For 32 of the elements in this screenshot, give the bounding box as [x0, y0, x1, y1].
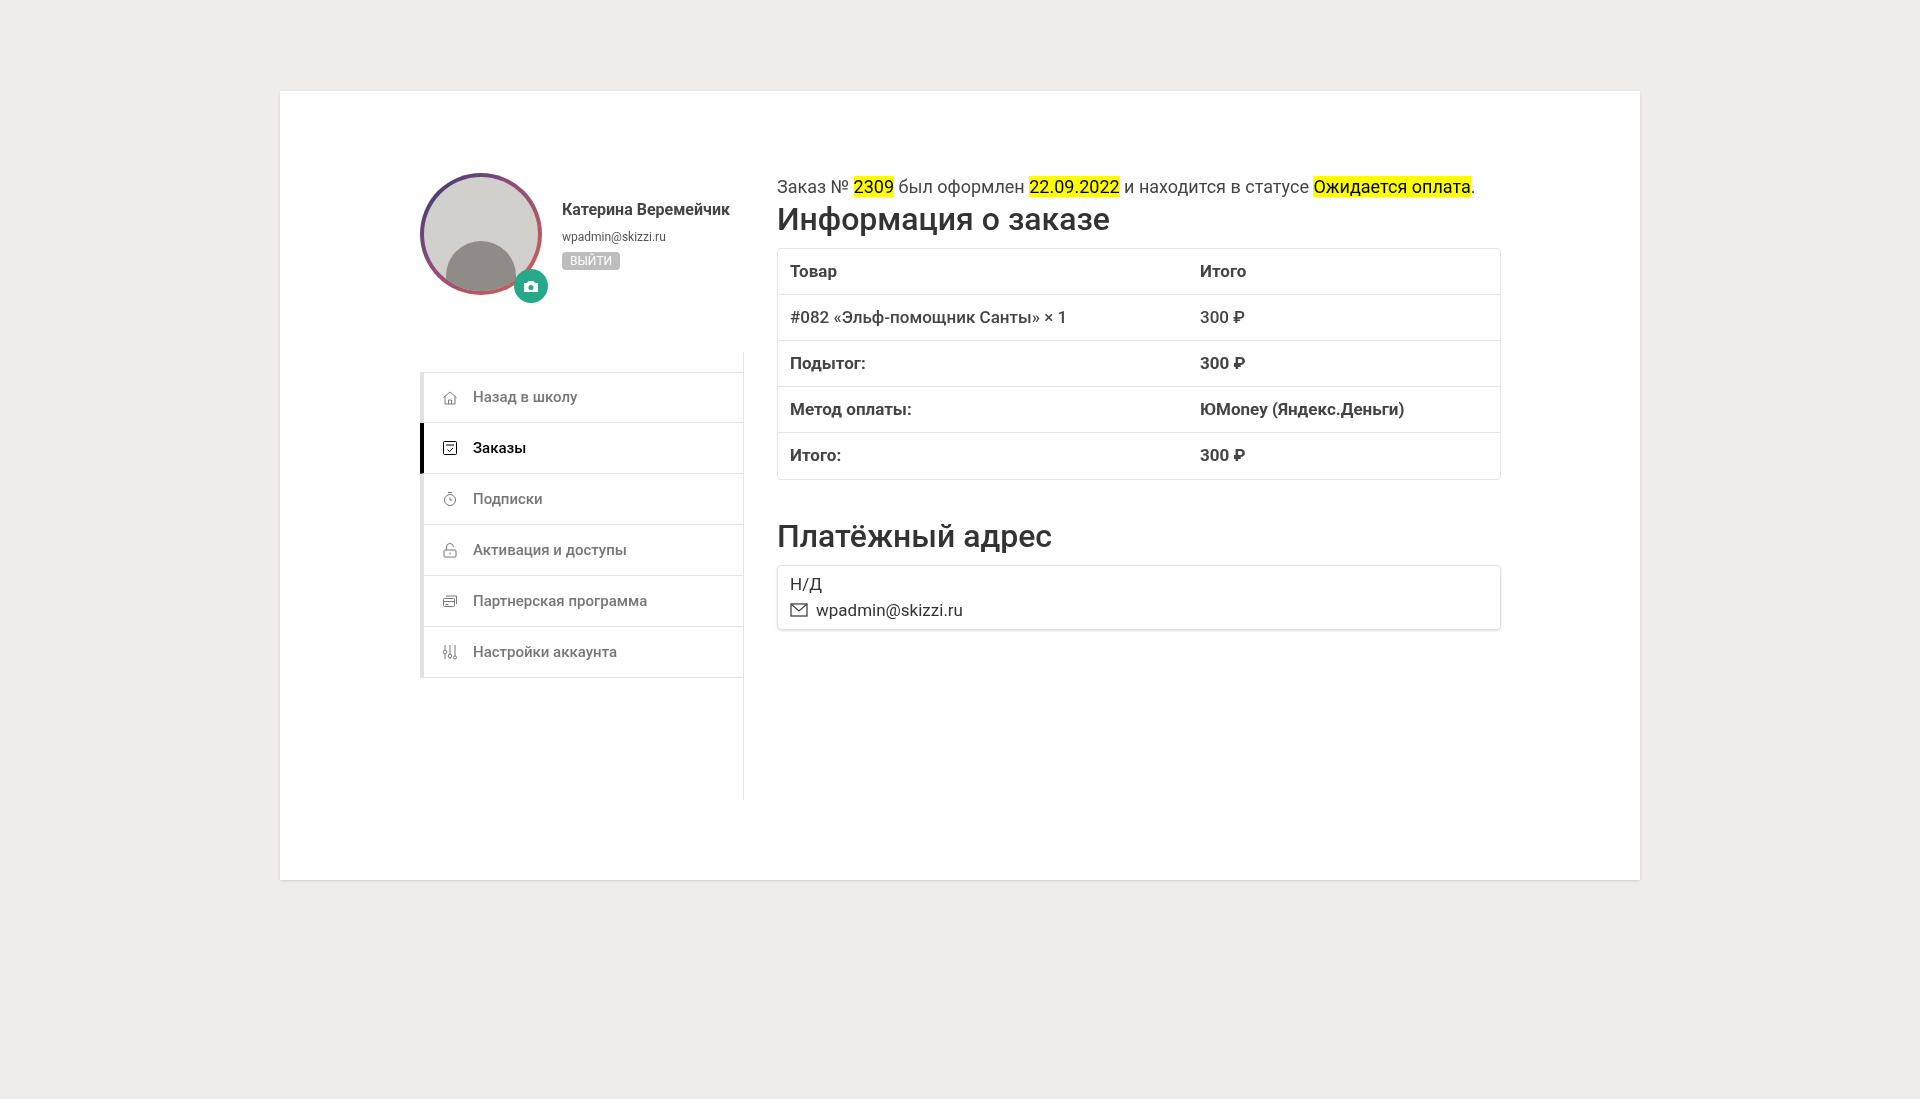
order-status-text: Заказ № 2309 был оформлен 22.09.2022 и находится в статусе Ожидается оплата. [777, 175, 1477, 199]
order-info-heading: Информация о заказе [777, 199, 1111, 239]
user-email: wpadmin@skizzi.ru [562, 228, 666, 246]
unlocked-padlock-icon [442, 542, 458, 558]
envelope-icon [790, 603, 808, 618]
menu-item[interactable]: Партнерская программа [420, 576, 743, 627]
menu-item[interactable]: Настройки аккаунта [420, 627, 743, 678]
table-cell-text: 300 ₽ [1200, 444, 1246, 468]
table-cell-text: Подытог: [789, 351, 867, 375]
camera-button[interactable] [514, 268, 548, 303]
column-header: Товар [789, 259, 838, 283]
user-name: Катерина Веремейчик [562, 198, 730, 221]
table-cell-text: Метод оплаты: [789, 397, 913, 421]
billing-email: wpadmin@skizzi.ru [816, 598, 963, 622]
stopwatch-icon [442, 491, 458, 507]
sliders-icon [442, 644, 458, 660]
menu-item[interactable]: Заказы [420, 423, 743, 474]
table-cell-text: Итого: [789, 444, 843, 468]
table-cell-text: #082 «Эльф-помощник Санты» × 1 [789, 305, 1069, 329]
table-cell-text: ЮMoney (Яндекс.Деньги) [1200, 397, 1405, 421]
menu-item[interactable]: Назад в школу [420, 372, 743, 423]
billing-heading: Платёжный адрес [777, 516, 1054, 556]
menu-item[interactable]: Активация и доступы [420, 525, 743, 576]
column-header: Итого [1200, 259, 1247, 283]
cards-icon [442, 593, 458, 609]
menu-item[interactable]: Подписки [420, 474, 743, 525]
camera-icon [523, 278, 539, 293]
table-cell-text: 300 ₽ [1200, 351, 1246, 375]
checklist-icon [442, 440, 458, 456]
table-cell-text: 300 ₽ [1200, 305, 1245, 329]
home-icon [442, 389, 458, 406]
address-text: Н/Д [790, 573, 822, 596]
